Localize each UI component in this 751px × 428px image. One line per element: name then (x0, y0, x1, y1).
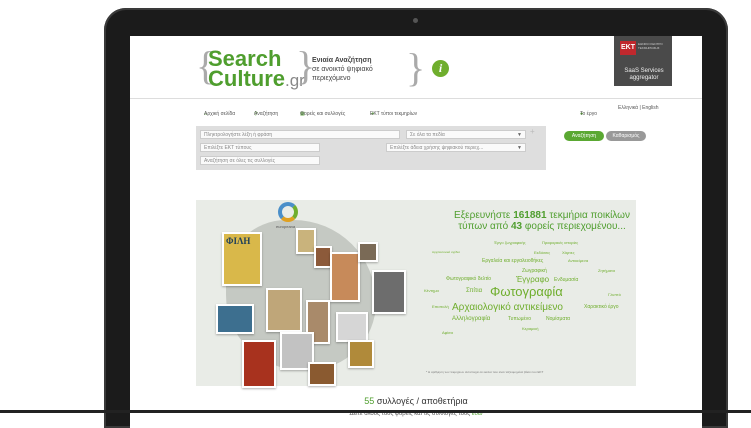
tag-word[interactable]: Εκδόσεις (534, 250, 550, 255)
footnote: * Η αρίθμηση των τεκμηρίων αντιστοιχεί σ… (426, 370, 544, 374)
tag-word[interactable]: Επιστολή (432, 304, 449, 309)
tag-word[interactable]: Έργο ζωγραφικής (494, 240, 526, 245)
tag-word[interactable]: Φωτογραφικό δελτίο (446, 276, 491, 282)
icon-small-image[interactable] (308, 362, 336, 386)
item-count: 161881 (513, 210, 547, 221)
collection-input[interactable]: Αναζήτηση σε όλες τις συλλογές (200, 156, 320, 165)
tag-word[interactable]: Αλληλογραφία (452, 316, 490, 322)
add-icon[interactable]: + (530, 127, 535, 136)
tag-word[interactable]: Ζητήματα (598, 268, 615, 273)
explore-headline: Εξερευνήστε 161881 τεκμήρια ποικίλων τύπ… (454, 210, 630, 232)
tag-word[interactable]: Αντικείμενα (568, 258, 588, 263)
tag-word[interactable]: Προφορικές ιστορίες (542, 240, 578, 245)
europeana-label: europeana (276, 224, 296, 229)
screen: { Search Culture.gr } Ενιαία Αναζήτηση σ… (130, 36, 702, 428)
partner-badge[interactable]: ΕΚΤ ΕΘΝΙΚΟ ΚΕΝΤΡΟ ΤΕΚΜΗΡΙΩΣΗΣ SaaS Servi… (614, 36, 672, 86)
map-image[interactable] (266, 288, 302, 332)
tag-word[interactable]: Χάρτες (562, 250, 575, 255)
chevron-down-icon: ▼ (517, 145, 522, 151)
tag-word[interactable]: Αρχιτεκτονικά σχέδια (432, 250, 460, 254)
portrait-image[interactable] (372, 270, 406, 314)
fresco-image[interactable] (330, 252, 360, 302)
keyword-input[interactable]: Πληκτρολογήστε λέξη ή φράση (200, 130, 400, 139)
saint-george-image[interactable] (242, 340, 276, 388)
laptop-frame: { Search Culture.gr } Ενιαία Αναζήτηση σ… (104, 8, 728, 428)
search-button[interactable]: Αναζήτηση (564, 131, 604, 141)
tag-word[interactable]: Εργαλεία και εργαλειοθήκες (482, 258, 543, 264)
tag-cloud: Εξερευνήστε 161881 τεκμήρια ποικίλων τύπ… (412, 200, 636, 386)
site-header: { Search Culture.gr } Ενιαία Αναζήτηση σ… (130, 36, 702, 98)
main-nav: ⌂ Αρχική σελίδα ⚲ Αναζήτηση ▦ Φορείς και συ… (130, 98, 702, 119)
lyre-image[interactable] (336, 312, 368, 342)
poster-title: ΦΙΛΗ (226, 236, 251, 246)
partner-sub: SaaS Services aggregator (624, 68, 664, 81)
tag-word[interactable]: Ζωγραφική (522, 268, 547, 274)
rights-select[interactable]: Επιλέξτε άδεια χρήσης ψηφιακού περιεχ...… (386, 143, 526, 152)
tag-word[interactable]: Σπίτια (466, 288, 482, 294)
image-collage: europeana ΦΙΛΗ (196, 200, 406, 388)
search-form: Πληκτρολογήστε λέξη ή φράση Σε όλα τα πε… (196, 126, 546, 170)
clear-button[interactable]: Καθαρισμός (606, 131, 646, 141)
tag-word[interactable]: Κεραμική (522, 326, 538, 331)
icon-image[interactable] (296, 228, 316, 254)
language-switch[interactable]: Ελληνικά | English (618, 105, 659, 111)
ekt-logo-icon: ΕΚΤ (620, 41, 636, 55)
partner-name: ΕΘΝΙΚΟ ΚΕΝΤΡΟ ΤΕΚΜΗΡΙΩΣΗΣ (638, 42, 663, 50)
field-select[interactable]: Σε όλα τα πεδία ▼ (406, 130, 526, 139)
europeana-icon[interactable] (278, 202, 298, 222)
typewriter-image[interactable] (216, 304, 254, 334)
tag-word[interactable]: Χαρακτικό έργο (584, 304, 619, 310)
explore-panel: europeana ΦΙΛΗ Εξερευνήστε 161881 τεκμήρ… (196, 200, 636, 388)
tag-word[interactable]: Γλυπτό (608, 292, 621, 297)
logo-line2: Culture.gr (208, 66, 305, 91)
tag-word[interactable]: Έγγραφο (516, 275, 549, 284)
tag-word[interactable]: Νομίσματα (546, 316, 570, 322)
tag-word[interactable]: Αρχαιολογικό αντικείμενο (452, 302, 563, 313)
provider-count: 43 (511, 221, 523, 232)
chevron-down-icon: ▼ (517, 132, 522, 138)
camera-icon (413, 18, 418, 23)
info-icon[interactable]: i (432, 60, 449, 77)
portrait-small-image[interactable] (358, 242, 378, 262)
brace-tag-icon: } (406, 45, 426, 90)
tagline: Ενιαία Αναζήτηση σε ανοικτό ψηφιακό περι… (312, 57, 373, 82)
collections-count: 55 συλλογές / αποθετήρια (364, 396, 468, 406)
coin-image[interactable] (348, 340, 374, 368)
tag-word[interactable]: Αφίσα (442, 330, 453, 335)
tag-word[interactable]: Τυπωμένο (508, 316, 531, 322)
tag-word[interactable]: Κέντημα (424, 288, 439, 293)
tag-word[interactable]: Φωτογραφία (490, 284, 563, 299)
tag-word[interactable]: Ενδυμασία (554, 277, 578, 283)
poster-image[interactable]: ΦΙΛΗ (222, 232, 262, 286)
type-select[interactable]: Επιλέξτε ΕΚΤ τύπους (200, 143, 320, 152)
